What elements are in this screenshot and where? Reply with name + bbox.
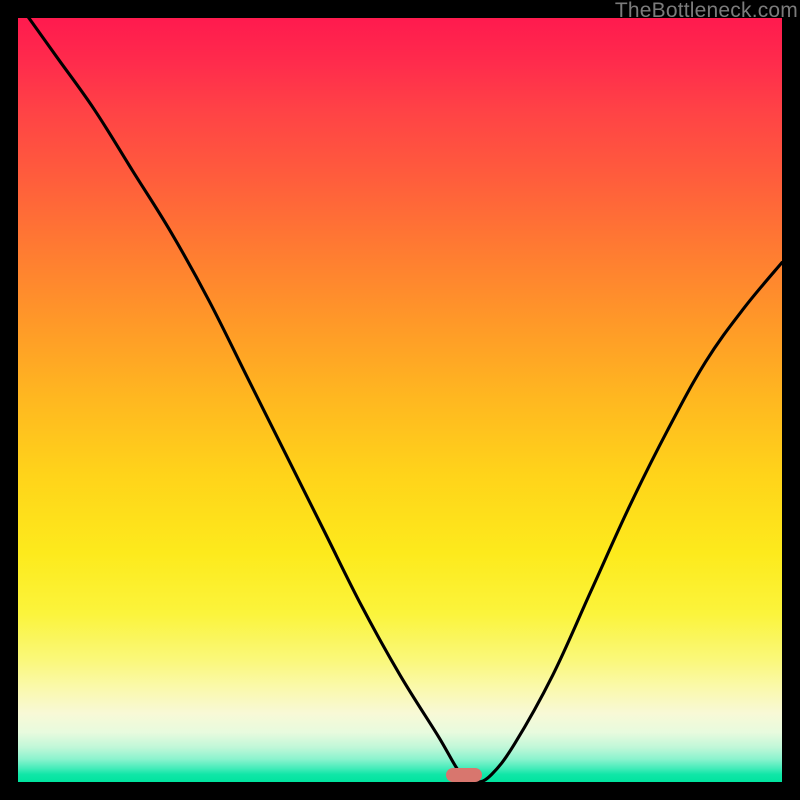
plot-area: [18, 18, 782, 782]
curve-line: [18, 18, 782, 782]
chart-frame: TheBottleneck.com: [0, 0, 800, 800]
watermark-text: TheBottleneck.com: [615, 0, 798, 23]
minimum-marker: [446, 768, 482, 782]
bottleneck-curve: [18, 18, 782, 782]
